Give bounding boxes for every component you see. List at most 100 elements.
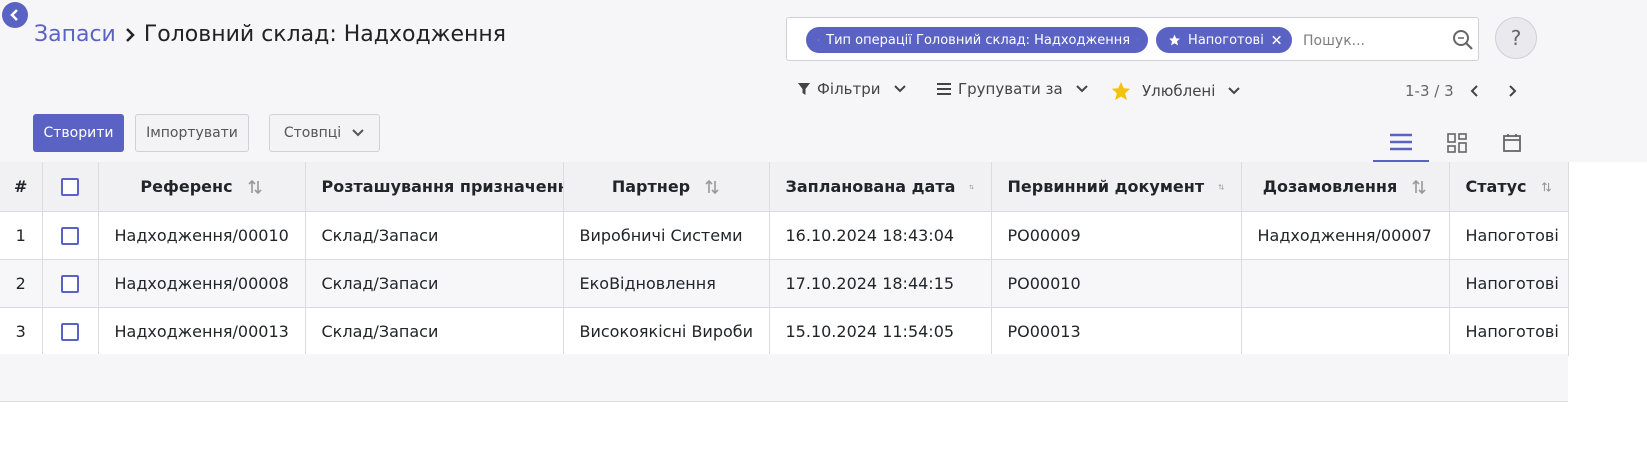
star-icon [818, 39, 820, 41]
cell-backorder[interactable] [1241, 259, 1450, 308]
cell-destination[interactable]: Склад/Запаси [305, 307, 564, 356]
close-icon[interactable] [1271, 34, 1282, 46]
cell-reference[interactable]: Надходження/00008 [98, 259, 306, 308]
pager-next-button[interactable] [1503, 80, 1523, 102]
control-panel: Запаси Головний склад: Надходження Тип о… [0, 0, 1647, 162]
search-input[interactable] [1301, 28, 1445, 54]
chevron-left-icon [1470, 85, 1478, 97]
group-icon [937, 83, 951, 95]
filters-label: Фільтри [817, 80, 881, 98]
sort-icon [248, 179, 262, 194]
group-by-label: Групувати за [958, 80, 1063, 98]
column-header-reference[interactable]: Референс [98, 162, 306, 212]
column-label: Референс [140, 177, 233, 196]
help-button[interactable]: ? [1495, 17, 1537, 59]
cell-destination[interactable]: Склад/Запаси [305, 211, 564, 260]
cell-partner[interactable]: Виробничі Системи [563, 211, 770, 260]
cell-scheduled-date[interactable]: 17.10.2024 18:44:15 [769, 259, 992, 308]
sort-icon [1541, 181, 1551, 192]
kanban-view-icon [1447, 133, 1467, 153]
facet-label: Напоготові [1188, 32, 1264, 48]
row-number: 1 [0, 211, 43, 260]
cell-partner[interactable]: Високоякісні Вироби [563, 307, 770, 356]
sort-icon [1412, 179, 1426, 194]
row-checkbox-cell [42, 211, 99, 260]
calendar-view-icon [1503, 134, 1521, 152]
back-icon [10, 9, 18, 21]
column-header-partner[interactable]: Партнер [563, 162, 770, 212]
column-header-backorder[interactable]: Дозамовлення [1241, 162, 1450, 212]
chevron-down-icon [1075, 85, 1088, 93]
cell-reference[interactable]: Надходження/00013 [98, 307, 306, 356]
row-checkbox[interactable] [61, 227, 79, 246]
table-row[interactable]: 1 Надходження/00010 Склад/Запаси Виробни… [0, 211, 1569, 260]
close-icon[interactable] [1137, 34, 1138, 46]
list-view-icon [1390, 133, 1412, 151]
columns-label: Стовпці [283, 125, 342, 141]
cell-status[interactable]: Напоготові [1449, 259, 1569, 308]
cell-backorder[interactable]: Надходження/00007 [1241, 211, 1450, 260]
search-bar: Тип операції Головний склад: Надходження… [786, 17, 1479, 61]
pager-value[interactable]: 1-3 / 3 [1405, 82, 1454, 100]
row-number: 3 [0, 307, 43, 356]
row-checkbox-cell [42, 307, 99, 356]
column-header-source-document[interactable]: Первинний документ [991, 162, 1242, 212]
group-by-dropdown[interactable]: Групувати за [936, 80, 1089, 98]
column-header-scheduled-date[interactable]: Запланована дата [769, 162, 992, 212]
row-checkbox-cell [42, 259, 99, 308]
table-header-row: # Референс Розташування призначення Парт… [0, 162, 1569, 212]
row-number: 2 [0, 259, 43, 308]
cell-source-document[interactable]: PO00013 [991, 307, 1242, 356]
row-checkbox[interactable] [61, 275, 79, 294]
column-label: Статус [1465, 177, 1527, 196]
row-checkbox[interactable] [61, 323, 79, 342]
chevron-down-icon [1228, 87, 1241, 95]
cell-status[interactable]: Напоготові [1449, 211, 1569, 260]
cell-source-document[interactable]: PO00009 [991, 211, 1242, 260]
list-view-button[interactable] [1373, 124, 1429, 162]
sort-icon [1218, 183, 1224, 190]
kanban-view-button[interactable] [1429, 124, 1485, 162]
chevron-down-icon [893, 85, 906, 93]
create-button[interactable]: Створити [33, 114, 124, 152]
column-label: Запланована дата [785, 177, 956, 196]
cell-partner[interactable]: ЕкоВідновлення [563, 259, 770, 308]
cell-scheduled-date[interactable]: 15.10.2024 11:54:05 [769, 307, 992, 356]
cell-source-document[interactable]: PO00010 [991, 259, 1242, 308]
chevron-down-icon [352, 129, 364, 137]
table-row[interactable]: 3 Надходження/00013 Склад/Запаси Високоя… [0, 307, 1569, 356]
column-label: Розташування призначення [321, 177, 563, 196]
column-header-status[interactable]: Статус [1449, 162, 1569, 212]
cell-reference[interactable]: Надходження/00010 [98, 211, 306, 260]
cell-destination[interactable]: Склад/Запаси [305, 259, 564, 308]
receipts-table: # Референс Розташування призначення Парт… [0, 162, 1569, 356]
filters-dropdown[interactable]: Фільтри [797, 80, 907, 98]
sort-icon [969, 184, 975, 189]
cell-scheduled-date[interactable]: 16.10.2024 18:43:04 [769, 211, 992, 260]
column-label: Дозамовлення [1262, 177, 1398, 196]
cell-backorder[interactable] [1241, 307, 1450, 356]
page-title: Головний склад: Надходження [143, 22, 507, 47]
breadcrumb-parent-link[interactable]: Запаси [34, 22, 116, 47]
search-icon[interactable] [1451, 28, 1475, 52]
column-label: Партнер [611, 177, 691, 196]
search-facet-operation-type[interactable]: Тип операції Головний склад: Надходження [806, 27, 1148, 53]
help-icon: ? [1510, 26, 1522, 50]
star-icon [1169, 34, 1180, 46]
column-label: Первинний документ [1007, 177, 1205, 196]
select-all-checkbox[interactable] [61, 178, 79, 197]
calendar-view-button[interactable] [1484, 124, 1540, 162]
favorites-label: Улюблені [1142, 82, 1216, 100]
search-facet-ready[interactable]: Напоготові [1156, 27, 1292, 53]
import-button[interactable]: Імпортувати [135, 114, 249, 152]
table-row[interactable]: 2 Надходження/00008 Склад/Запаси ЕкоВідн… [0, 259, 1569, 308]
columns-dropdown[interactable]: Стовпці [269, 114, 380, 152]
select-all-checkbox-cell [42, 162, 99, 212]
row-number-header: # [0, 162, 43, 212]
favorites-dropdown[interactable]: Улюблені [1110, 80, 1241, 102]
column-header-destination[interactable]: Розташування призначення [305, 162, 564, 212]
back-button[interactable] [2, 2, 28, 28]
pager-previous-button[interactable] [1464, 80, 1484, 102]
cell-status[interactable]: Напоготові [1449, 307, 1569, 356]
sort-icon [705, 179, 719, 194]
